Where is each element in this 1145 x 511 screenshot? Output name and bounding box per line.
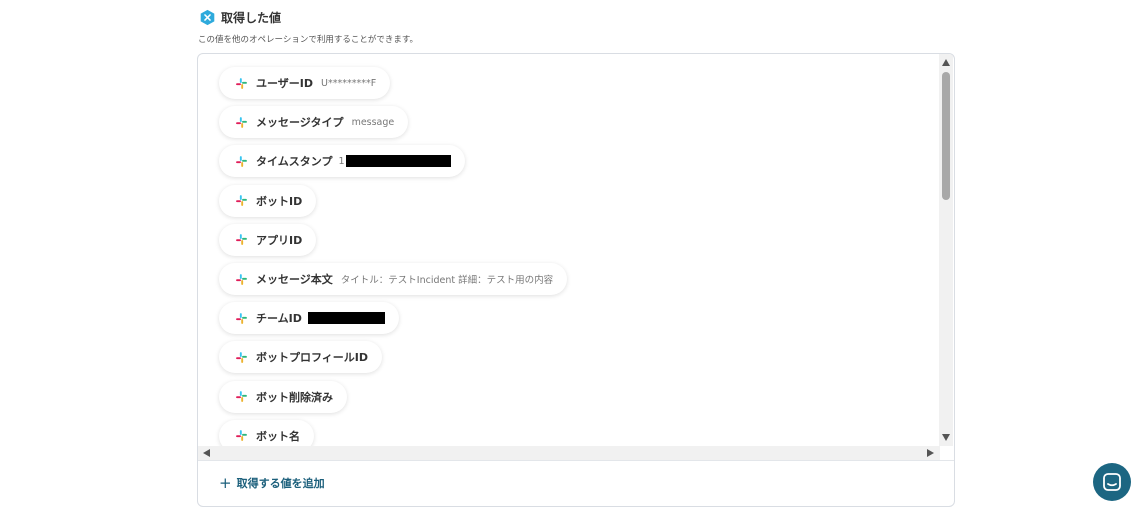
- field-value: 1: [338, 155, 345, 167]
- redacted-value: [307, 312, 385, 325]
- scroll-up-arrow-icon[interactable]: [942, 59, 950, 66]
- section-title: 取得した値: [221, 11, 282, 25]
- field-label: ユーザーID: [256, 77, 314, 90]
- values-list: ユーザーID U*********F メッセージタイプ message タイムスタンプ 1…: [198, 54, 940, 446]
- redacted-value: [345, 155, 451, 168]
- slack-icon: [236, 234, 247, 246]
- field-label: ボット名: [256, 429, 300, 443]
- scroll-down-arrow-icon[interactable]: [942, 434, 950, 441]
- scroll-right-arrow-icon[interactable]: [927, 449, 934, 457]
- field-chip[interactable]: ユーザーID U*********F: [219, 67, 391, 99]
- slack-icon: [236, 430, 247, 442]
- field-label: タイムスタンプ: [256, 155, 333, 169]
- divider: [198, 460, 954, 461]
- field-chip[interactable]: チームID: [219, 302, 399, 335]
- field-chip[interactable]: タイムスタンプ 1: [219, 145, 465, 178]
- field-chip[interactable]: メッセージタイプ message: [219, 106, 409, 139]
- vertical-scrollbar[interactable]: [939, 54, 953, 446]
- field-chip[interactable]: メッセージ本文 タイトル：テストIncident 詳細：テスト用の内容: [219, 263, 568, 295]
- slack-icon: [236, 273, 247, 285]
- field-value: message: [351, 116, 395, 128]
- chat-button[interactable]: [1093, 463, 1131, 501]
- field-label: メッセージタイプ: [256, 116, 344, 130]
- field-label: ボットID: [256, 194, 303, 208]
- hexagon-x-icon: [200, 9, 215, 26]
- field-label: ボット削除済み: [256, 390, 333, 404]
- slack-icon: [236, 195, 247, 207]
- field-label: チームID: [256, 312, 302, 326]
- horizontal-scrollbar[interactable]: [198, 446, 940, 460]
- add-value-label: 取得する値を追加: [236, 477, 325, 490]
- slack-icon: [236, 116, 247, 128]
- field-label: ボットプロフィールID: [256, 351, 369, 365]
- slack-icon: [236, 312, 247, 324]
- slack-icon: [236, 155, 247, 167]
- plus-icon: +: [219, 473, 232, 492]
- values-panel: ユーザーID U*********F メッセージタイプ message タイムスタンプ 1…: [197, 53, 955, 507]
- section-description: この値を他のオペレーションで利用することができます。: [198, 35, 418, 45]
- field-value: タイトル：テストIncident 詳細：テスト用の内容: [340, 275, 554, 286]
- slack-icon: [236, 351, 247, 363]
- field-value: U*********F: [321, 77, 377, 89]
- field-chip[interactable]: ボットプロフィールID: [219, 341, 383, 374]
- slack-icon: [236, 77, 247, 89]
- field-label: アプリID: [256, 233, 303, 247]
- field-chip[interactable]: ボット名: [219, 419, 314, 446]
- add-value-button[interactable]: + 取得する値を追加: [219, 472, 325, 494]
- chat-icon: [1103, 473, 1121, 491]
- field-chip[interactable]: ボットID: [219, 184, 317, 217]
- vertical-scroll-thumb[interactable]: [942, 72, 950, 200]
- slack-icon: [236, 391, 247, 403]
- field-chip[interactable]: アプリID: [219, 223, 317, 256]
- field-label: メッセージ本文: [256, 273, 333, 286]
- scroll-left-arrow-icon[interactable]: [203, 449, 210, 457]
- field-chip[interactable]: ボット削除済み: [219, 380, 347, 413]
- section-header: 取得した値: [199, 9, 281, 26]
